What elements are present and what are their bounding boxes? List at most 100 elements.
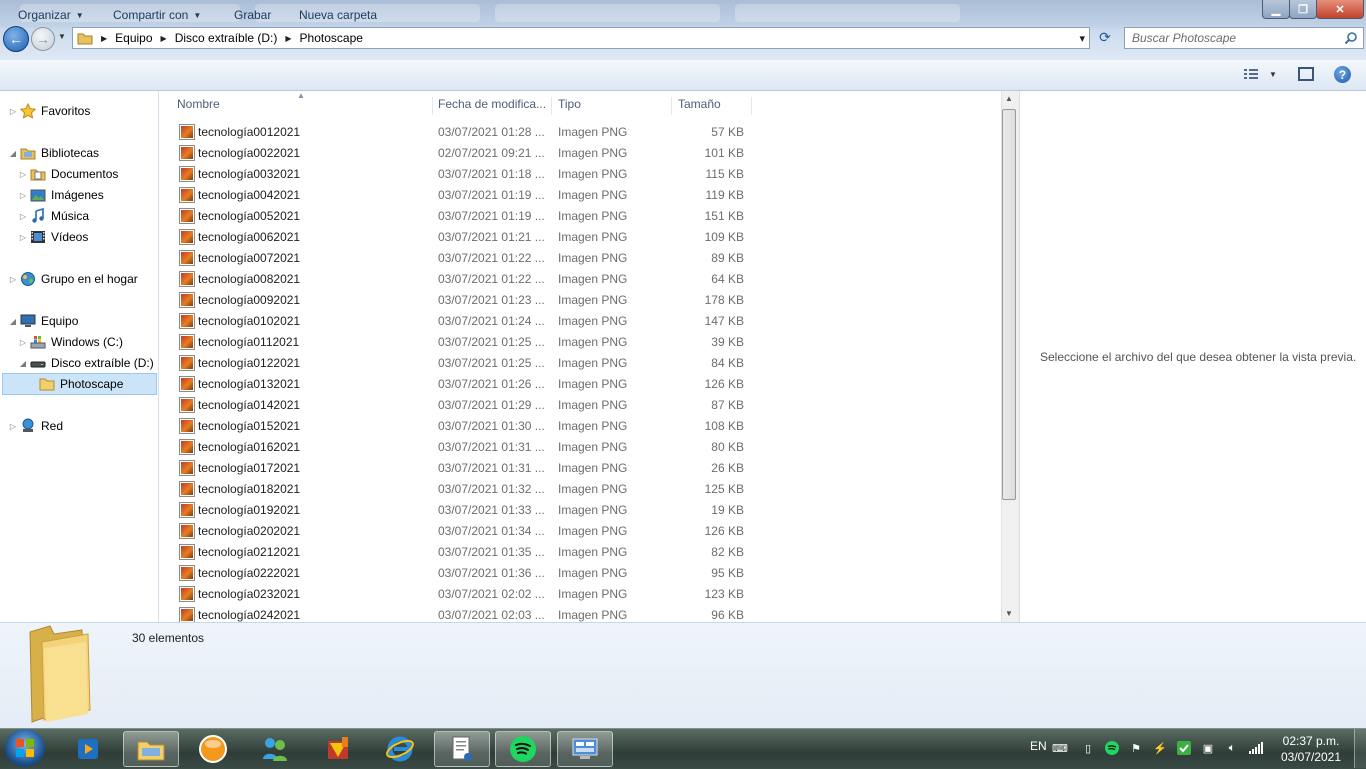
file-row[interactable]: tecnología0142021 03/07/2021 01:29 ... Ima… — [159, 395, 1001, 416]
search-input[interactable]: Buscar Photoscape — [1125, 31, 1344, 45]
expand-arrow-icon[interactable]: ▷ — [8, 422, 18, 431]
show-desktop-button[interactable] — [1354, 729, 1366, 768]
expand-arrow-icon[interactable]: ▷ — [18, 338, 28, 347]
file-type: Imagen PNG — [558, 251, 628, 265]
nav-item-libraries[interactable]: ◢ Bibliotecas — [8, 143, 99, 163]
chevron-down-icon: ▼ — [193, 11, 202, 20]
share-menu[interactable]: Compartir con ▼ — [113, 8, 201, 22]
file-row[interactable]: tecnología0062021 03/07/2021 01:21 ... Ima… — [159, 227, 1001, 248]
taskbar-photoscape[interactable] — [310, 731, 366, 767]
breadcrumb-drive[interactable]: Disco extraíble (D:) — [169, 31, 284, 45]
file-row[interactable]: tecnología0222021 03/07/2021 01:36 ... Ima… — [159, 563, 1001, 584]
scroll-up-icon[interactable]: ▲ — [1005, 94, 1013, 103]
column-header-date[interactable]: Fecha de modifica... — [432, 97, 552, 115]
new-folder-button[interactable]: Nueva carpeta — [299, 8, 377, 22]
lightning-icon[interactable]: ⚡ — [1152, 740, 1168, 756]
clock[interactable]: 02:37 p.m. 03/07/2021 — [1276, 733, 1346, 765]
search-box[interactable]: Buscar Photoscape — [1124, 27, 1364, 49]
breadcrumb-folder[interactable]: Photoscape — [294, 31, 369, 45]
volume-icon[interactable]: 🔈︎ — [1224, 740, 1240, 756]
file-row[interactable]: tecnología0022021 02/07/2021 09:21 ... Ima… — [159, 143, 1001, 164]
nav-item-videos[interactable]: ▷ Vídeos — [18, 227, 88, 247]
column-header-type[interactable]: Tipo — [552, 97, 672, 115]
close-button[interactable]: ✕ — [1316, 0, 1364, 19]
nav-item-documents[interactable]: ▷ Documentos — [18, 164, 118, 184]
file-row[interactable]: tecnología0132021 03/07/2021 01:26 ... Ima… — [159, 374, 1001, 395]
file-row[interactable]: tecnología0182021 03/07/2021 01:32 ... Ima… — [159, 479, 1001, 500]
spotify-tray-icon[interactable] — [1104, 740, 1120, 756]
view-options-button[interactable]: ▼ — [1243, 67, 1277, 81]
nav-item-photoscape[interactable]: Photoscape — [2, 373, 157, 395]
taskbar-control-panel[interactable] — [557, 731, 613, 767]
png-file-icon — [179, 376, 195, 392]
minimize-button[interactable]: ▁ — [1262, 0, 1290, 19]
collapse-arrow-icon[interactable]: ◢ — [8, 317, 18, 326]
nav-item-pictures[interactable]: ▷ Imágenes — [18, 185, 104, 205]
file-row[interactable]: tecnología0082021 03/07/2021 01:22 ... Ima… — [159, 269, 1001, 290]
breadcrumb-computer[interactable]: Equipo — [109, 31, 158, 45]
taskbar-messenger[interactable] — [247, 731, 303, 767]
file-row[interactable]: tecnología0232021 03/07/2021 02:02 ... Ima… — [159, 584, 1001, 605]
forward-button[interactable]: → — [31, 27, 55, 51]
file-row[interactable]: tecnología0152021 03/07/2021 01:30 ... Ima… — [159, 416, 1001, 437]
device-icon[interactable]: ▣ — [1200, 740, 1216, 756]
help-button[interactable]: ? — [1334, 66, 1351, 83]
expand-arrow-icon[interactable]: ▷ — [8, 107, 18, 116]
sync-icon[interactable] — [1176, 740, 1192, 756]
scrollbar-thumb[interactable] — [1002, 109, 1016, 500]
burn-button[interactable]: Grabar — [234, 8, 271, 22]
expand-arrow-icon[interactable]: ▷ — [8, 275, 18, 284]
signal-icon[interactable] — [1248, 740, 1264, 756]
nav-item-drive-d[interactable]: ◢ Disco extraíble (D:) — [18, 353, 154, 373]
file-row[interactable]: tecnología0162021 03/07/2021 01:31 ... Ima… — [159, 437, 1001, 458]
organize-menu[interactable]: Organizar ▼ — [18, 8, 84, 22]
nav-item-homegroup[interactable]: ▷ Grupo en el hogar — [8, 269, 138, 289]
flag-icon[interactable]: ⚑ — [1128, 740, 1144, 756]
address-dropdown-icon[interactable]: ▾ — [1079, 32, 1085, 45]
expand-arrow-icon[interactable]: ▷ — [18, 233, 28, 242]
file-row[interactable]: tecnología0052021 03/07/2021 01:19 ... Ima… — [159, 206, 1001, 227]
file-row[interactable]: tecnología0192021 03/07/2021 01:33 ... Ima… — [159, 500, 1001, 521]
file-row[interactable]: tecnología0202021 03/07/2021 01:34 ... Ima… — [159, 521, 1001, 542]
nav-item-music[interactable]: ▷ Música — [18, 206, 89, 226]
address-bar[interactable]: ▶ Equipo ▶ Disco extraíble (D:) ▶ Photos… — [72, 27, 1090, 49]
file-row[interactable]: tecnología0102021 03/07/2021 01:24 ... Ima… — [159, 311, 1001, 332]
keyboard-icon[interactable]: ⌨ — [1052, 740, 1068, 756]
file-row[interactable]: tecnología0242021 03/07/2021 02:03 ... Ima… — [159, 605, 1001, 622]
recent-pages-dropdown[interactable]: ▼ — [58, 32, 66, 41]
taskbar-internet-explorer[interactable] — [372, 731, 428, 767]
language-indicator[interactable]: EN — [1030, 739, 1047, 753]
expand-arrow-icon[interactable]: ▷ — [18, 191, 28, 200]
file-row[interactable]: tecnología0032021 03/07/2021 01:18 ... Ima… — [159, 164, 1001, 185]
nav-item-network[interactable]: ▷ Red — [8, 416, 63, 436]
scroll-down-icon[interactable]: ▼ — [1005, 609, 1013, 618]
nav-item-drive-c[interactable]: ▷ Windows (C:) — [18, 332, 123, 352]
nav-item-favorites[interactable]: ▷ Favoritos — [8, 101, 90, 121]
file-row[interactable]: tecnología0092021 03/07/2021 01:23 ... Ima… — [159, 290, 1001, 311]
collapse-arrow-icon[interactable]: ◢ — [18, 359, 28, 368]
file-row[interactable]: tecnología0212021 03/07/2021 01:35 ... Ima… — [159, 542, 1001, 563]
taskbar-media-player[interactable] — [60, 731, 116, 767]
start-button[interactable] — [5, 729, 45, 767]
taskbar-explorer[interactable] — [123, 731, 179, 767]
power-icon[interactable]: ▯ — [1080, 740, 1096, 756]
maximize-button[interactable]: ❐ — [1289, 0, 1317, 19]
column-header-size[interactable]: Tamaño — [672, 97, 752, 115]
file-row[interactable]: tecnología0042021 03/07/2021 01:19 ... Ima… — [159, 185, 1001, 206]
back-button[interactable]: ← — [3, 26, 29, 52]
taskbar-document[interactable] — [434, 731, 490, 767]
collapse-arrow-icon[interactable]: ◢ — [8, 149, 18, 158]
file-row[interactable]: tecnología0112021 03/07/2021 01:25 ... Ima… — [159, 332, 1001, 353]
expand-arrow-icon[interactable]: ▷ — [18, 170, 28, 179]
file-row[interactable]: tecnología0122021 03/07/2021 01:25 ... Ima… — [159, 353, 1001, 374]
file-row[interactable]: tecnología0072021 03/07/2021 01:22 ... Ima… — [159, 248, 1001, 269]
expand-arrow-icon[interactable]: ▷ — [18, 212, 28, 221]
file-row[interactable]: tecnología0172021 03/07/2021 01:31 ... Ima… — [159, 458, 1001, 479]
preview-pane-toggle-icon[interactable] — [1298, 67, 1314, 81]
taskbar-app-orange[interactable] — [185, 731, 241, 767]
taskbar-spotify[interactable] — [495, 731, 551, 767]
refresh-button[interactable]: ⟳ — [1094, 27, 1116, 47]
nav-item-computer[interactable]: ◢ Equipo — [8, 311, 78, 331]
file-row[interactable]: tecnología0012021 03/07/2021 01:28 ... Ima… — [159, 122, 1001, 143]
search-icon[interactable] — [1344, 31, 1358, 45]
